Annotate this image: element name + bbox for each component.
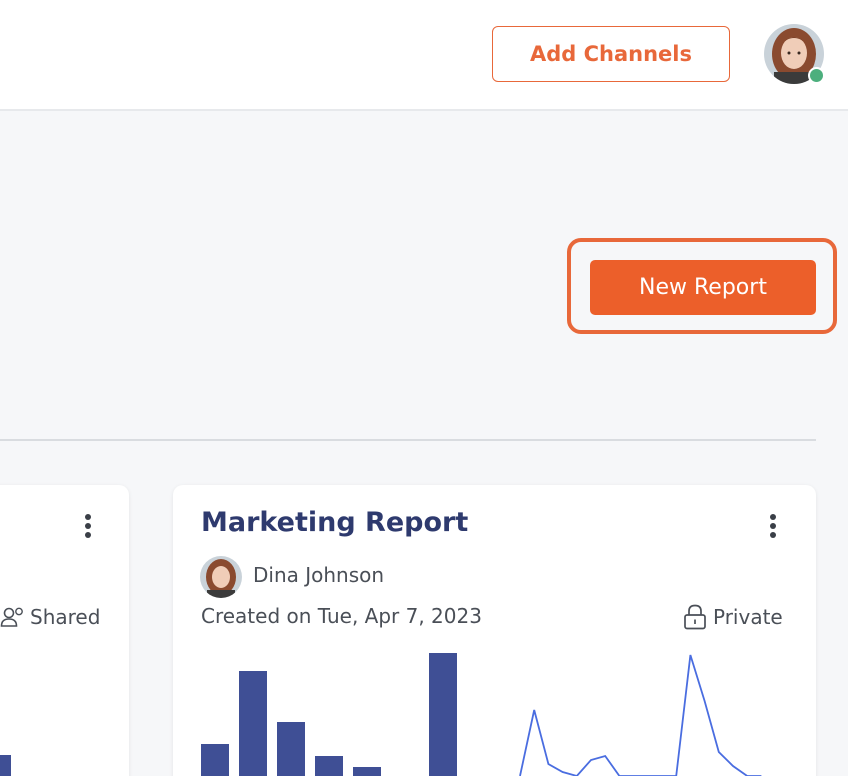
marketing-line-chart (519, 654, 762, 776)
series-line (519, 654, 762, 776)
